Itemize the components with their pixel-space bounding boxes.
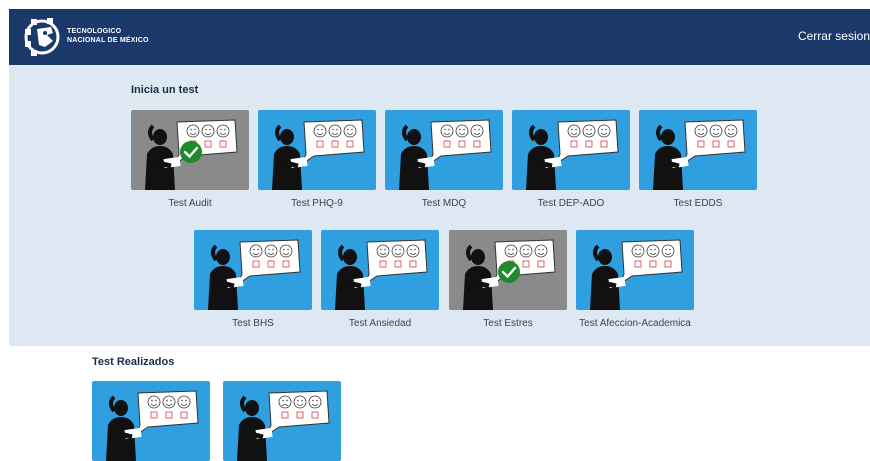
navbar: TECNOLOGICO NACIONAL DE MÉXICO Cerrar se… bbox=[9, 9, 870, 65]
completed-check-icon bbox=[180, 141, 202, 163]
test-card-7[interactable] bbox=[321, 230, 439, 310]
top-strip bbox=[0, 0, 870, 9]
brand-name: TECNOLOGICO NACIONAL DE MÉXICO bbox=[67, 27, 149, 45]
section-title-done: Test Realizados bbox=[92, 356, 175, 368]
test-card-9[interactable] bbox=[576, 230, 694, 310]
test-card-label[interactable]: Test DEP-ADO bbox=[501, 198, 641, 209]
test-card-6[interactable] bbox=[194, 230, 312, 310]
test-card-label[interactable]: Test MDQ bbox=[374, 198, 514, 209]
logout-link[interactable]: Cerrar sesion bbox=[798, 29, 870, 43]
test-card-5[interactable] bbox=[639, 110, 757, 190]
test-card-3[interactable] bbox=[385, 110, 503, 190]
completed-test-card-1[interactable] bbox=[92, 381, 210, 461]
test-card-label[interactable]: Test Estres bbox=[438, 318, 578, 329]
completed-test-card-2[interactable] bbox=[223, 381, 341, 461]
test-card-label[interactable]: Test Afeccion-Academica bbox=[565, 318, 705, 329]
test-card-2[interactable] bbox=[258, 110, 376, 190]
test-card-8[interactable] bbox=[449, 230, 567, 310]
tecnm-logo-icon[interactable] bbox=[23, 17, 61, 57]
completed-check-icon bbox=[498, 261, 520, 283]
test-card-label[interactable]: Test Ansiedad bbox=[310, 318, 450, 329]
brand-line-1: TECNOLOGICO bbox=[67, 28, 122, 35]
brand-line-2: NACIONAL DE MÉXICO bbox=[67, 37, 149, 44]
test-card-1[interactable] bbox=[131, 110, 249, 190]
test-card-4[interactable] bbox=[512, 110, 630, 190]
test-card-label[interactable]: Test EDDS bbox=[628, 198, 768, 209]
test-card-label[interactable]: Test BHS bbox=[183, 318, 323, 329]
test-card-label[interactable]: Test Audit bbox=[120, 198, 260, 209]
section-title-start: Inicia un test bbox=[131, 84, 199, 96]
test-card-label[interactable]: Test PHQ-9 bbox=[247, 198, 387, 209]
